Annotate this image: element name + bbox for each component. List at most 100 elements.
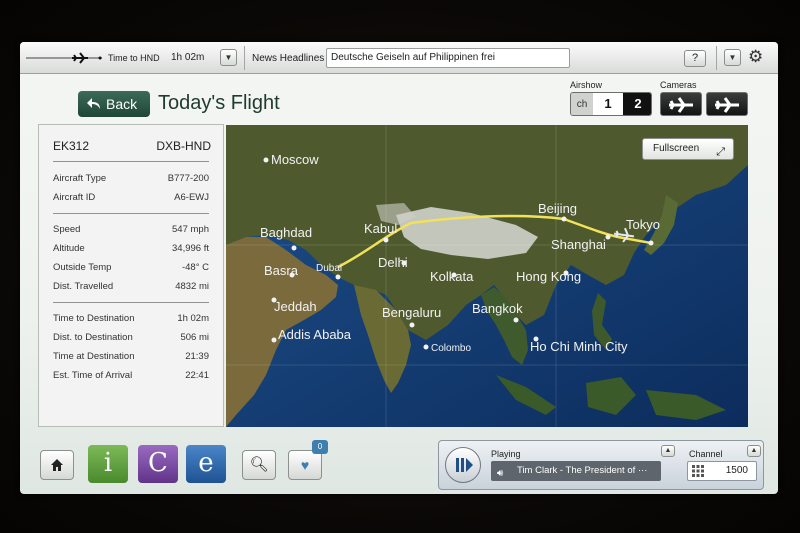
time-to-destination-label: Time to HND: [108, 53, 160, 63]
info-value: 22:41: [185, 370, 209, 381]
airshow-label: Airshow: [570, 80, 603, 90]
news-ticker[interactable]: Deutsche Geiseln auf Philippinen frei: [326, 48, 570, 68]
speaker-icon: 🔊︎: [497, 468, 504, 479]
divider: [716, 46, 717, 70]
info-row-distance-travelled: Dist. Travelled 4832 mi: [53, 281, 209, 297]
city-baghdad: Baghdad: [260, 225, 312, 240]
settings-dropdown-button[interactable]: ▼: [724, 49, 741, 66]
info-row-outside-temp: Outside Temp -48° C: [53, 262, 209, 278]
city-kolkata: Kolkata: [430, 269, 474, 284]
favorites-button[interactable]: ♥: [288, 450, 322, 480]
chevron-up-icon: ▲: [750, 447, 758, 454]
city-dot: [605, 234, 611, 240]
play-pause-button[interactable]: [445, 447, 481, 483]
time-dropdown-button[interactable]: ▼: [220, 49, 237, 66]
info-label: Dist. Travelled: [53, 281, 114, 292]
city-dot: [409, 322, 415, 328]
info-label: Est. Time of Arrival: [53, 370, 133, 381]
city-dot: [383, 237, 389, 243]
city-bengaluru: Bengaluru: [382, 305, 441, 320]
flight-route: DXB-HND: [156, 139, 211, 153]
page-title: Today's Flight: [158, 92, 280, 114]
info-row-distance-to-destination: Dist. to Destination 506 mi: [53, 332, 209, 348]
channel-number: 1500: [725, 465, 748, 476]
help-button[interactable]: ?: [684, 50, 706, 67]
keypad-icon: [692, 465, 704, 477]
flight-number: EK312: [53, 139, 90, 153]
city-colombo: Colombo: [431, 343, 471, 354]
info-value: 21:39: [185, 351, 209, 362]
camera-2-button[interactable]: [706, 92, 748, 116]
info-value: 34,996 ft: [172, 243, 209, 254]
city-dot: [291, 245, 297, 251]
home-icon: [51, 459, 63, 471]
divider: [53, 213, 209, 214]
divider: [53, 161, 209, 162]
info-label: Aircraft ID: [53, 192, 96, 203]
audio-player: Playing ▲ 🔊︎ Tim Clark - The President o…: [438, 440, 764, 490]
play-pause-icon: [456, 458, 473, 472]
city-dot: [263, 157, 269, 163]
flight-map[interactable]: Moscow Baghdad Kabul Beijing Tokyo Shang…: [226, 125, 748, 427]
back-button[interactable]: Back: [78, 91, 150, 117]
city-dot: [513, 317, 519, 323]
city-hong-kong: Hong Kong: [516, 269, 581, 284]
info-value: 1h 02m: [177, 313, 209, 324]
info-row-eta: Est. Time of Arrival 22:41: [53, 370, 209, 386]
home-button[interactable]: [40, 450, 74, 480]
chevron-down-icon: ▼: [728, 53, 737, 62]
top-bar: Time to HND 1h 02m ▼ News Headlines Deut…: [20, 42, 778, 74]
city-dot: [335, 274, 341, 280]
entertainment-screen: Time to HND 1h 02m ▼ News Headlines Deut…: [20, 42, 778, 494]
airshow-channel-selector: ch 1 2: [570, 92, 652, 116]
cameras-label: Cameras: [660, 80, 697, 90]
info-label: Dist. to Destination: [53, 332, 133, 343]
news-headlines-label: News Headlines: [252, 53, 325, 64]
entertainment-app-tile[interactable]: e: [186, 445, 226, 483]
info-app-tile[interactable]: i: [88, 445, 128, 483]
city-dot: [648, 240, 654, 246]
channel-up-button[interactable]: ▲: [747, 445, 761, 457]
camera-1-button[interactable]: [660, 92, 702, 116]
now-playing-track[interactable]: 🔊︎ Tim Clark - The President of ···: [491, 461, 661, 481]
city-basra: Basra: [264, 263, 299, 278]
plane-icon: [715, 97, 739, 113]
airshow-channel-1-button[interactable]: 1: [594, 93, 622, 115]
info-row-time-to-destination: Time to Destination 1h 02m: [53, 313, 209, 329]
info-label: Outside Temp: [53, 262, 112, 273]
fullscreen-label: Fullscreen: [653, 143, 700, 154]
back-button-label: Back: [106, 96, 138, 112]
info-value: A6-EWJ: [174, 192, 209, 203]
communications-app-tile[interactable]: C: [138, 445, 178, 483]
city-dot: [271, 337, 277, 343]
chevron-up-icon: ▲: [664, 447, 672, 454]
track-title: Tim Clark - The President of ···: [517, 465, 648, 476]
city-tokyo: Tokyo: [626, 217, 660, 232]
gear-icon[interactable]: ⚙: [748, 47, 772, 69]
info-label: Speed: [53, 224, 81, 235]
city-bangkok: Bangkok: [472, 301, 523, 316]
city-jeddah: Jeddah: [274, 299, 317, 314]
city-dot: [423, 344, 429, 350]
chevron-down-icon: ▼: [224, 53, 233, 62]
city-dubai: Dubai: [316, 263, 342, 274]
info-label: Aircraft Type: [53, 173, 107, 184]
track-up-button[interactable]: ▲: [661, 445, 675, 457]
airshow-channel-2-button[interactable]: 2: [623, 93, 651, 115]
info-value: B777-200: [167, 173, 209, 184]
city-delhi: Delhi: [378, 255, 408, 270]
info-label: Time at Destination: [53, 351, 135, 362]
divider: [244, 46, 245, 70]
search-button[interactable]: 🔍︎: [242, 450, 276, 480]
channel-input[interactable]: 1500: [687, 461, 757, 481]
fullscreen-button[interactable]: Fullscreen ⤢: [642, 138, 734, 160]
info-value: -48° C: [181, 262, 209, 273]
plane-progress-icon: [26, 52, 102, 64]
info-value: 506 mi: [180, 332, 209, 343]
heart-icon: ♥: [300, 457, 310, 473]
city-dot: [561, 216, 567, 222]
search-icon: 🔍︎: [249, 456, 269, 473]
info-row-speed: Speed 547 mph: [53, 224, 209, 240]
city-shanghai: Shanghai: [551, 237, 606, 252]
divider: [53, 302, 209, 303]
